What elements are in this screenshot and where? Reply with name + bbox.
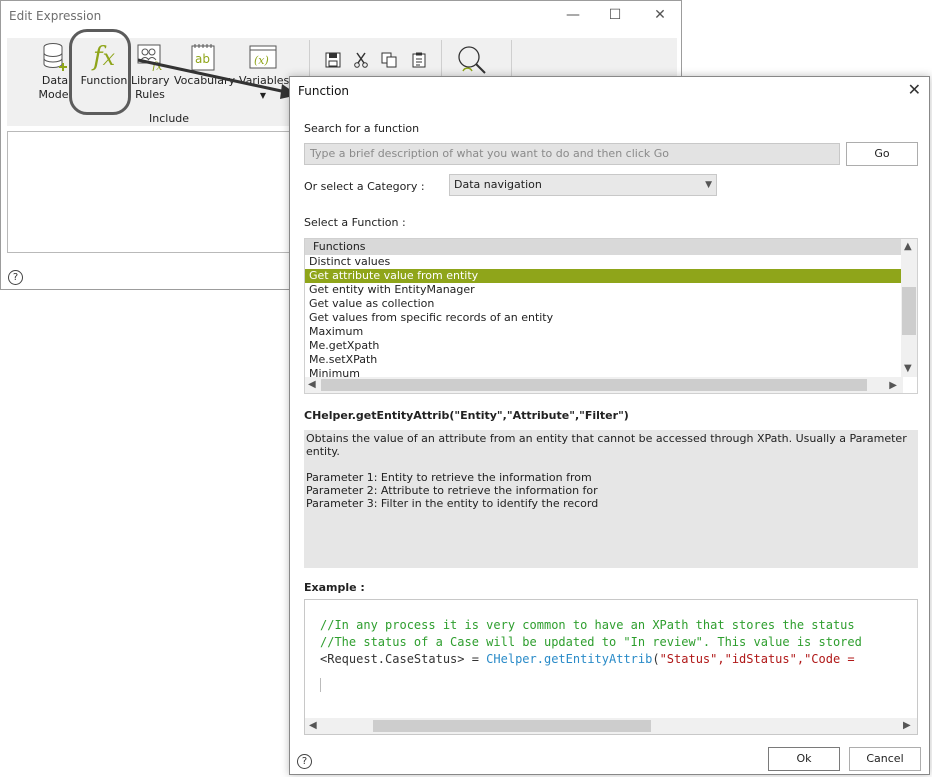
code-token: <Request.CaseStatus> =: [320, 652, 487, 666]
list-item[interactable]: Distinct values: [305, 255, 901, 269]
function-signature: CHelper.getEntityAttrib("Entity","Attrib…: [304, 409, 629, 422]
chevron-down-icon: ▼: [705, 180, 712, 190]
category-value: Data navigation: [454, 178, 542, 191]
code-line: //The status of a Case will be updated t…: [320, 635, 862, 649]
ok-button[interactable]: Ok: [768, 747, 840, 771]
scroll-right-icon[interactable]: ▶: [903, 720, 911, 731]
description-line: Parameter 2: Attribute to retrieve the i…: [306, 484, 598, 497]
scroll-down-icon[interactable]: ▼: [904, 363, 912, 374]
search-label: Search for a function: [304, 122, 420, 135]
scroll-left-icon[interactable]: ◀: [308, 379, 316, 390]
function-description: Obtains the value of an attribute from a…: [304, 430, 918, 568]
example-code: //In any process it is very common to ha…: [304, 599, 918, 735]
example-label: Example :: [304, 581, 365, 594]
horizontal-scrollbar[interactable]: ◀ ▶: [305, 718, 917, 734]
scroll-right-icon[interactable]: ▶: [889, 380, 897, 391]
list-item[interactable]: Maximum: [305, 325, 901, 339]
scroll-up-icon[interactable]: ▲: [904, 241, 912, 252]
horizontal-scrollbar[interactable]: ◀: [305, 377, 903, 393]
function-dialog: Function ✕ Search for a function Type a …: [289, 76, 930, 775]
code-line: <Request.CaseStatus> = CHelper.getEntity…: [320, 652, 862, 666]
close-icon[interactable]: ✕: [908, 80, 921, 99]
code-line: //In any process it is very common to ha…: [320, 618, 855, 632]
scroll-thumb[interactable]: [373, 720, 651, 732]
category-select[interactable]: Data navigation ▼: [449, 174, 717, 196]
scroll-thumb[interactable]: [902, 287, 916, 335]
list-item[interactable]: Me.setXPath: [305, 353, 901, 367]
code-token: "Status","idStatus","Code =: [659, 652, 862, 666]
function-list[interactable]: Functions Distinct values Get attribute …: [304, 238, 918, 394]
cancel-button[interactable]: Cancel: [849, 747, 921, 771]
list-item[interactable]: Get values from specific records of an e…: [305, 311, 901, 325]
vertical-scrollbar[interactable]: ▲ ▼: [901, 239, 917, 377]
search-input[interactable]: Type a brief description of what you wan…: [304, 143, 840, 165]
description-line: Parameter 3: Filter in the entity to ide…: [306, 497, 599, 510]
code-token: (: [652, 652, 660, 666]
function-select-label: Select a Function :: [304, 216, 406, 229]
list-item[interactable]: Me.getXpath: [305, 339, 901, 353]
category-label: Or select a Category :: [304, 180, 425, 193]
code-token: CHelper.getEntityAttrib: [486, 652, 653, 666]
list-item[interactable]: Get entity with EntityManager: [305, 283, 901, 297]
dialog-title: Function: [298, 84, 350, 98]
text-cursor: [320, 678, 321, 692]
description-line: Obtains the value of an attribute from a…: [306, 432, 907, 458]
list-header: Functions: [305, 239, 901, 255]
list-item-selected[interactable]: Get attribute value from entity: [305, 269, 901, 283]
go-button[interactable]: Go: [846, 142, 918, 166]
list-item[interactable]: Get value as collection: [305, 297, 901, 311]
help-icon[interactable]: ?: [297, 754, 312, 769]
scroll-left-icon[interactable]: ◀: [309, 720, 317, 731]
description-line: [306, 458, 916, 471]
scroll-thumb[interactable]: [321, 379, 867, 391]
description-line: Parameter 1: Entity to retrieve the info…: [306, 471, 592, 484]
